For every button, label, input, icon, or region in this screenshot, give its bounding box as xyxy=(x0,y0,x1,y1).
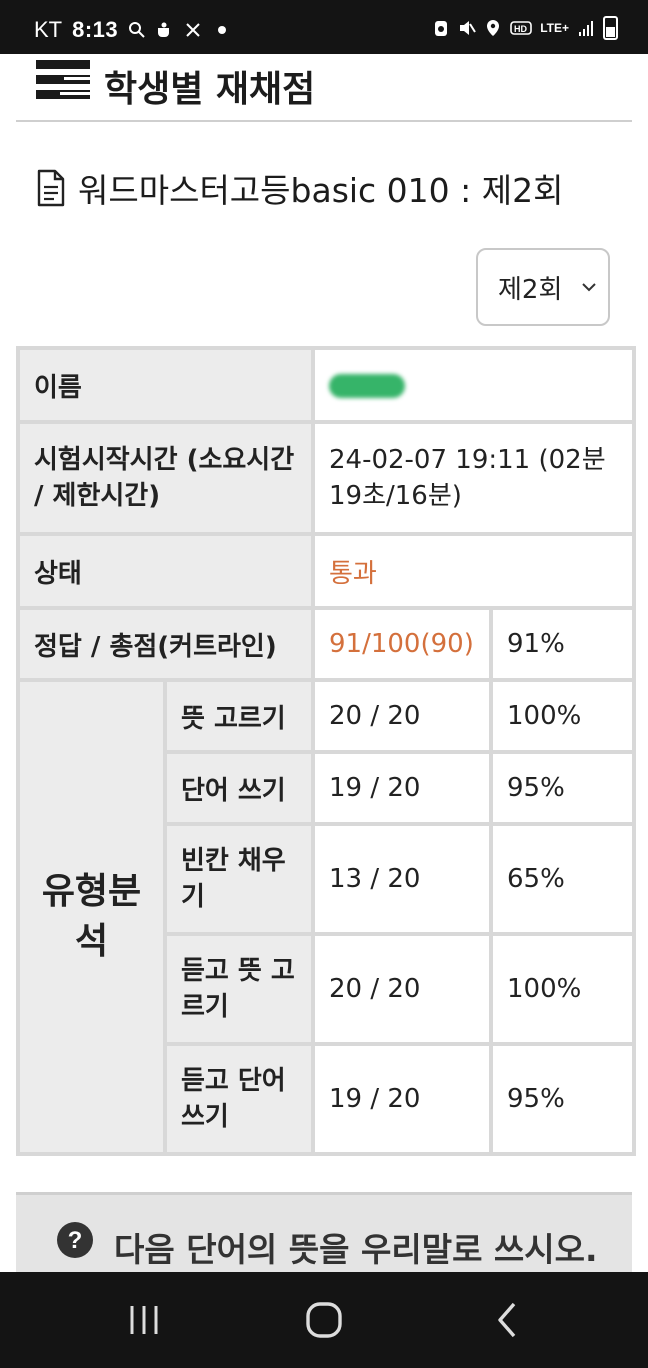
chevron-down-icon xyxy=(582,283,596,292)
name-label: 이름 xyxy=(16,346,315,424)
search-icon xyxy=(129,22,145,38)
type-label: 듣고 단어 쓰기 xyxy=(163,1042,315,1156)
coffee-icon xyxy=(158,22,170,37)
score-percent: 91% xyxy=(489,606,636,682)
table-row: 정답 / 총점(커트라인) 91/100(90) 91% xyxy=(16,606,636,682)
type-label: 듣고 뜻 고르기 xyxy=(163,932,315,1046)
recent-apps-icon[interactable] xyxy=(124,1300,164,1340)
question-text: 다음 단어의 뜻을 우리말로 쓰시오. xyxy=(114,1230,598,1269)
score-label: 정답 / 총점(커트라인) xyxy=(16,606,315,682)
type-percent: 100% xyxy=(489,932,636,1046)
alarm-icon xyxy=(435,21,448,36)
document-icon xyxy=(37,169,65,207)
clock: 8:13 xyxy=(72,17,119,42)
question-circle-icon: ? xyxy=(57,1222,93,1258)
type-percent: 65% xyxy=(489,822,636,936)
round-select[interactable]: 제2회 xyxy=(476,248,610,326)
type-score: 13 / 20 xyxy=(311,822,493,936)
table-row: 상태 통과 xyxy=(16,532,636,610)
score-value: 91/100(90) xyxy=(311,606,493,682)
type-score: 20 / 20 xyxy=(311,678,493,754)
table-row: 유형분석 뜻 고르기 20 / 20 100% xyxy=(16,678,636,1156)
redacted-name xyxy=(329,373,405,398)
name-value xyxy=(311,346,636,424)
question-banner: ? 다음 단어의 뜻을 우리말로 쓰시오. xyxy=(16,1192,632,1275)
signal-icon xyxy=(579,21,593,36)
carrier-label: KT xyxy=(34,17,63,42)
hd-icon: HD xyxy=(510,21,533,35)
table-row: 이름 xyxy=(16,346,636,424)
page-title: 학생별 재채점 xyxy=(104,69,316,110)
test-title-row: 워드마스터고등basic 010 : 제2회 xyxy=(36,164,563,212)
result-table: 이름 시험시작시간 (소요시간 / 제한시간) 24-02-07 19:11 (… xyxy=(16,346,636,1156)
status-label: 상태 xyxy=(16,532,315,610)
type-label: 뜻 고르기 xyxy=(163,678,315,754)
type-score: 20 / 20 xyxy=(311,932,493,1046)
location-icon xyxy=(487,20,500,36)
navigation-bar xyxy=(0,1272,648,1368)
tools-icon xyxy=(186,23,200,37)
page-header: 학생별 재채점 xyxy=(16,54,632,122)
svg-text:HD: HD xyxy=(514,24,527,34)
start-time-label: 시험시작시간 (소요시간 / 제한시간) xyxy=(16,420,315,536)
test-title: 워드마스터고등basic 010 : 제2회 xyxy=(78,171,564,210)
type-percent: 100% xyxy=(489,678,636,754)
mute-icon xyxy=(460,21,477,35)
analysis-label: 유형분석 xyxy=(16,678,167,1156)
status-value: 통과 xyxy=(311,532,636,610)
type-percent: 95% xyxy=(489,1042,636,1156)
battery-icon xyxy=(603,16,618,40)
round-select-value: 제2회 xyxy=(498,274,563,305)
home-icon[interactable] xyxy=(304,1300,344,1340)
status-bar: KT 8:13 HD LTE+ xyxy=(0,0,648,54)
back-icon[interactable] xyxy=(488,1300,528,1340)
type-label: 단어 쓰기 xyxy=(163,750,315,826)
start-time-value: 24-02-07 19:11 (02분 19초/16분) xyxy=(311,420,636,536)
menu-icon[interactable] xyxy=(36,58,92,102)
table-row: 시험시작시간 (소요시간 / 제한시간) 24-02-07 19:11 (02분… xyxy=(16,420,636,536)
type-score: 19 / 20 xyxy=(311,1042,493,1156)
type-score: 19 / 20 xyxy=(311,750,493,826)
type-percent: 95% xyxy=(489,750,636,826)
type-label: 빈칸 채우기 xyxy=(163,822,315,936)
svg-text:?: ? xyxy=(68,1227,83,1254)
network-type: LTE+ xyxy=(540,21,569,35)
notification-dot-icon xyxy=(218,26,227,34)
